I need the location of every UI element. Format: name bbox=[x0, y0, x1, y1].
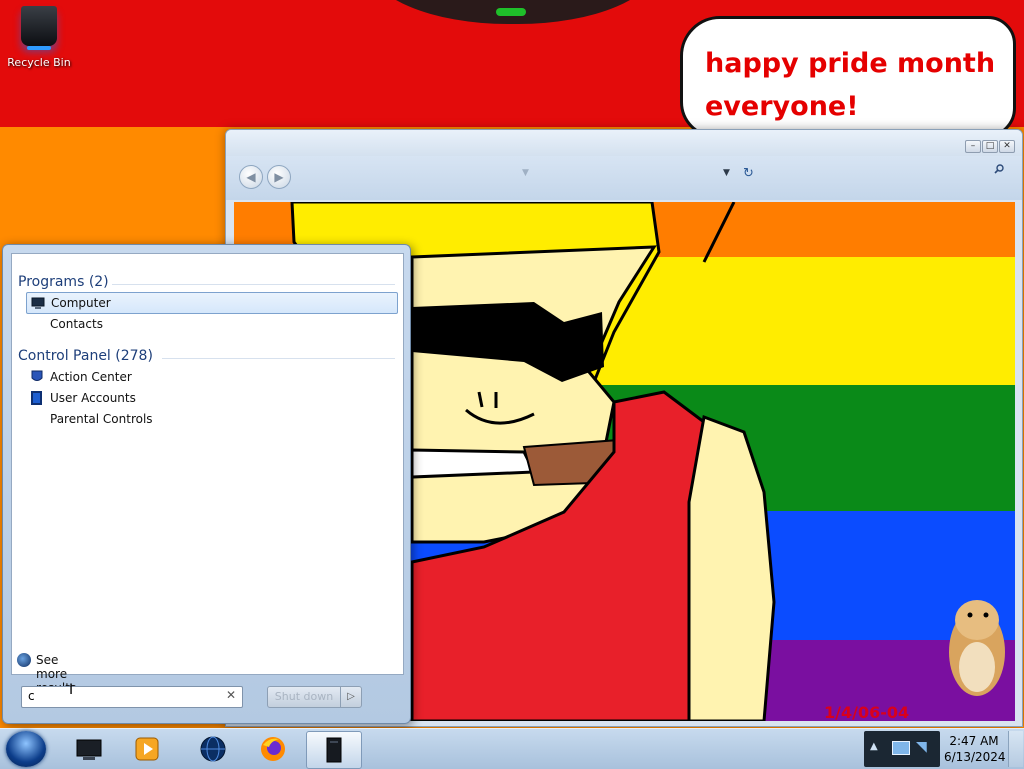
desktop-icon-recycle-bin[interactable]: Recycle Bin bbox=[4, 4, 74, 69]
result-label: User Accounts bbox=[50, 391, 136, 405]
notification-area: ▲ ◥ bbox=[864, 731, 940, 767]
desktop-icon-label: Recycle Bin bbox=[7, 56, 71, 69]
firefox-icon bbox=[261, 737, 285, 761]
taskbar-clock[interactable]: 2:47 AM 6/13/2024 bbox=[944, 733, 1006, 765]
wallpaper-text-content: happy pride month everyone! bbox=[705, 48, 996, 122]
taskbar-active-window-app[interactable] bbox=[306, 731, 362, 769]
monitor-icon bbox=[76, 739, 102, 760]
search-icon[interactable] bbox=[994, 164, 1004, 174]
taskbar: ▲ ◥ 2:47 AM 6/13/2024 bbox=[0, 728, 1024, 769]
result-label: Contacts bbox=[50, 317, 103, 331]
wallpaper-light bbox=[496, 8, 526, 16]
result-label: Action Center bbox=[50, 370, 132, 384]
navigation-bar bbox=[226, 156, 1022, 200]
result-computer[interactable]: Computer bbox=[26, 292, 398, 314]
address-dropdown-icon[interactable]: ▼ bbox=[723, 168, 730, 178]
taskbar-firefox-app[interactable] bbox=[246, 731, 300, 767]
flag-shield-icon bbox=[31, 370, 43, 381]
volume-icon[interactable]: ◥ bbox=[916, 739, 932, 757]
result-label: Computer bbox=[51, 296, 111, 310]
clock-time: 2:47 AM bbox=[949, 734, 999, 748]
group-header-control-panel[interactable]: Control Panel (278) bbox=[18, 348, 153, 364]
search-globe-icon bbox=[17, 653, 31, 667]
show-hidden-icons-icon[interactable]: ▲ bbox=[870, 741, 878, 752]
text-cursor-icon: I bbox=[69, 682, 74, 698]
computer-icon bbox=[31, 297, 45, 309]
start-search-input[interactable]: c ✕ bbox=[21, 686, 243, 708]
user-accounts-icon bbox=[31, 391, 42, 405]
wallpaper-text: happy pride month everyone! bbox=[705, 42, 1005, 128]
result-contacts[interactable]: Contacts bbox=[26, 314, 396, 334]
recycle-bin-icon bbox=[21, 6, 57, 50]
network-icon[interactable] bbox=[892, 741, 910, 755]
shutdown-options-arrow[interactable]: ▷ bbox=[340, 686, 362, 708]
image-caption: 1/4/06-04 bbox=[824, 703, 909, 721]
search-input-value: c bbox=[28, 689, 35, 703]
back-button[interactable]: ◀ bbox=[239, 165, 263, 189]
result-user-accounts[interactable]: User Accounts bbox=[26, 388, 396, 408]
tower-icon bbox=[326, 737, 342, 763]
hamster-image bbox=[949, 600, 1005, 696]
window-title-bar[interactable] bbox=[226, 130, 1022, 156]
result-action-center[interactable]: Action Center bbox=[26, 367, 396, 387]
taskbar-media-player-app[interactable] bbox=[120, 731, 174, 767]
recent-pages-dropdown[interactable]: ▼ bbox=[522, 168, 529, 178]
refresh-icon[interactable]: ↻ bbox=[743, 166, 754, 181]
start-button[interactable] bbox=[6, 731, 46, 767]
maximize-button[interactable]: □ bbox=[982, 140, 998, 153]
show-desktop-button[interactable] bbox=[1008, 731, 1023, 767]
result-parental-controls[interactable]: Parental Controls bbox=[26, 409, 396, 429]
shutdown-button[interactable]: Shut down bbox=[267, 686, 341, 708]
close-button[interactable]: ✕ bbox=[999, 140, 1015, 153]
result-label: Parental Controls bbox=[50, 412, 153, 426]
media-player-icon bbox=[135, 737, 159, 761]
divider bbox=[112, 284, 395, 285]
search-results-pane: Programs (2) Computer Contacts Control P… bbox=[11, 253, 404, 675]
start-menu: Programs (2) Computer Contacts Control P… bbox=[2, 244, 411, 724]
taskbar-browser-app[interactable] bbox=[186, 731, 240, 767]
forward-button[interactable]: ▶ bbox=[267, 165, 291, 189]
minimize-button[interactable]: – bbox=[965, 140, 981, 153]
group-header-programs[interactable]: Programs (2) bbox=[18, 274, 109, 290]
clock-date: 6/13/2024 bbox=[944, 750, 1006, 764]
clear-search-icon[interactable]: ✕ bbox=[226, 688, 236, 702]
taskbar-explorer-app[interactable] bbox=[62, 731, 116, 767]
divider bbox=[162, 358, 395, 359]
globe-icon bbox=[200, 736, 226, 762]
